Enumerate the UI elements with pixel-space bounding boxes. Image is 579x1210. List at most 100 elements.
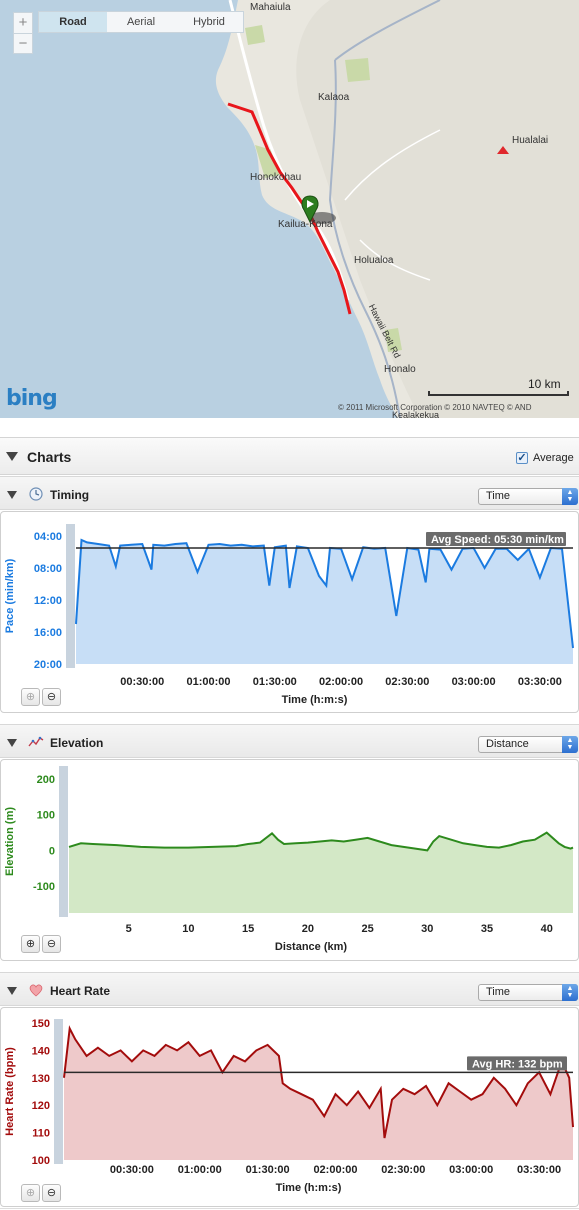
map-scale-label: 10 km [528, 377, 561, 391]
elevation-chart[interactable]: 200 100 0 -100 5 10 15 20 25 30 35 40 Distance (km) E… [0, 759, 579, 961]
average-badge-label: Avg Speed: 05:30 min/km [431, 534, 564, 546]
timing-axis-select-value: Time [486, 490, 511, 502]
zoom-in-button[interactable]: ⊕ [21, 688, 40, 706]
scroll-strip [54, 1019, 63, 1164]
park-area [245, 25, 265, 45]
x-tick-label: 20 [302, 923, 314, 935]
map-type-aerial[interactable]: Aerial [107, 12, 175, 32]
town-label-holualoa: Holualoa [354, 255, 394, 266]
charts-title: Charts [27, 449, 72, 465]
map-zoom-out-button[interactable]: − [14, 33, 32, 53]
app-root: + − Road Aerial Hybrid Mahaiula Kalaoa H… [0, 0, 579, 1210]
y-axis-label: Elevation (m) [4, 807, 16, 876]
y-tick-label: 0 [49, 845, 55, 857]
select-arrows-icon: ▲ ▼ [562, 984, 578, 1001]
map-zoom-in-button[interactable]: + [14, 13, 32, 33]
x-tick-label: 01:00:00 [187, 676, 231, 688]
town-label-hualalai: Hualalai [512, 135, 549, 146]
park-area [345, 58, 370, 82]
collapse-triangle-icon[interactable] [7, 491, 17, 499]
y-tick-label: 120 [32, 1100, 50, 1112]
y-tick-label: 200 [37, 774, 55, 786]
timing-chart-svg: Avg Speed: 05:30 min/km 04:00 08:00 12:00 16… [4, 524, 574, 706]
y-tick-label: 16:00 [34, 627, 62, 639]
average-badge-label: Avg HR: 132 bpm [472, 1058, 563, 1070]
x-tick-label: 01:30:00 [246, 1164, 290, 1176]
route-map[interactable]: + − Road Aerial Hybrid Mahaiula Kalaoa H… [0, 0, 579, 418]
x-tick-label: 40 [541, 923, 553, 935]
x-tick-label: 15 [242, 923, 254, 935]
elevation-axis-select-value: Distance [486, 738, 529, 750]
town-label-honalo: Honalo [384, 364, 416, 375]
y-tick-label: 08:00 [34, 563, 62, 575]
timing-panel-header[interactable]: Timing Time ▲ ▼ [0, 476, 579, 510]
x-tick-label: 03:30:00 [517, 1164, 561, 1176]
x-tick-label: 00:30:00 [120, 676, 164, 688]
town-label-kalaoa: Kalaoa [318, 92, 350, 103]
heart-icon [29, 984, 43, 997]
x-tick-label: 01:30:00 [253, 676, 297, 688]
x-tick-label: 25 [361, 923, 373, 935]
y-tick-label: 100 [37, 810, 55, 822]
select-arrows-icon: ▲ ▼ [562, 488, 578, 505]
zoom-out-button[interactable]: ⊖ [42, 688, 61, 706]
x-tick-label: 01:00:00 [178, 1164, 222, 1176]
x-tick-label: 10 [182, 923, 194, 935]
x-tick-label: 00:30:00 [110, 1164, 154, 1176]
timing-chart[interactable]: Avg Speed: 05:30 min/km 04:00 08:00 12:00 16… [0, 511, 579, 713]
select-arrows-icon: ▲ ▼ [562, 736, 578, 753]
y-tick-label: -100 [33, 881, 55, 893]
heartrate-axis-select[interactable]: Time ▲ ▼ [478, 984, 578, 1001]
zoom-out-button[interactable]: ⊖ [42, 1184, 61, 1202]
y-tick-label: 110 [32, 1128, 50, 1140]
scroll-strip [66, 524, 75, 668]
y-axis-label: Heart Rate (bpm) [4, 1047, 16, 1136]
y-tick-label: 150 [32, 1018, 50, 1030]
charts-section-header[interactable]: Charts ✓ Average [0, 437, 579, 475]
heartrate-chart[interactable]: Avg HR: 132 bpm 150 140 130 120 110 100 00:30:0… [0, 1007, 579, 1207]
elevation-axis-select[interactable]: Distance ▲ ▼ [478, 736, 578, 753]
town-label-mahaiula: Mahaiula [250, 2, 291, 13]
average-checkbox[interactable]: ✓ [516, 452, 528, 464]
x-tick-label: 02:00:00 [319, 676, 363, 688]
x-tick-label: 02:30:00 [381, 1164, 425, 1176]
x-axis-label: Time (h:m:s) [282, 694, 348, 706]
x-tick-label: 02:30:00 [385, 676, 429, 688]
zoom-in-button[interactable]: ⊕ [21, 935, 40, 953]
x-tick-label: 03:00:00 [449, 1164, 493, 1176]
timing-zoom-buttons: ⊕ ⊖ [21, 688, 61, 706]
x-tick-label: 5 [126, 923, 132, 935]
y-axis-label: Pace (min/km) [4, 558, 16, 633]
map-type-road[interactable]: Road [39, 12, 107, 32]
collapse-triangle-icon[interactable] [6, 452, 18, 461]
map-type-hybrid[interactable]: Hybrid [175, 12, 243, 32]
zoom-out-button[interactable]: ⊖ [42, 935, 61, 953]
map-type-switcher: Road Aerial Hybrid [38, 11, 244, 33]
x-tick-label: 30 [421, 923, 433, 935]
zoom-in-button[interactable]: ⊕ [21, 1184, 40, 1202]
y-tick-label: 130 [32, 1073, 50, 1085]
collapse-triangle-icon[interactable] [7, 987, 17, 995]
map-canvas [0, 0, 579, 418]
map-zoom-control: + − [13, 12, 33, 54]
heartrate-panel-header[interactable]: Heart Rate Time ▲ ▼ [0, 972, 579, 1006]
collapse-triangle-icon[interactable] [7, 739, 17, 747]
heartrate-chart-svg: Avg HR: 132 bpm 150 140 130 120 110 100 00:30:0… [4, 1018, 574, 1194]
elevation-panel-header[interactable]: Elevation Distance ▲ ▼ [0, 724, 579, 758]
x-tick-label: 03:30:00 [518, 676, 562, 688]
average-label: Average [533, 452, 574, 464]
map-copyright: © 2011 Microsoft Corporation © 2010 NAVT… [338, 403, 532, 412]
timing-axis-select[interactable]: Time ▲ ▼ [478, 488, 578, 505]
scroll-strip [59, 766, 68, 917]
y-tick-label: 12:00 [34, 595, 62, 607]
clock-icon [29, 487, 43, 501]
x-tick-label: 02:00:00 [313, 1164, 357, 1176]
elevation-chart-svg: 200 100 0 -100 5 10 15 20 25 30 35 40 Distance (km) E… [4, 766, 574, 953]
elevation-icon [28, 736, 44, 747]
x-axis-label: Distance (km) [275, 941, 347, 953]
x-tick-label: 03:00:00 [452, 676, 496, 688]
bing-logo: bing [6, 386, 58, 411]
x-axis-label: Time (h:m:s) [276, 1182, 342, 1194]
map-scale-bar [428, 391, 569, 396]
x-tick-label: 35 [481, 923, 493, 935]
